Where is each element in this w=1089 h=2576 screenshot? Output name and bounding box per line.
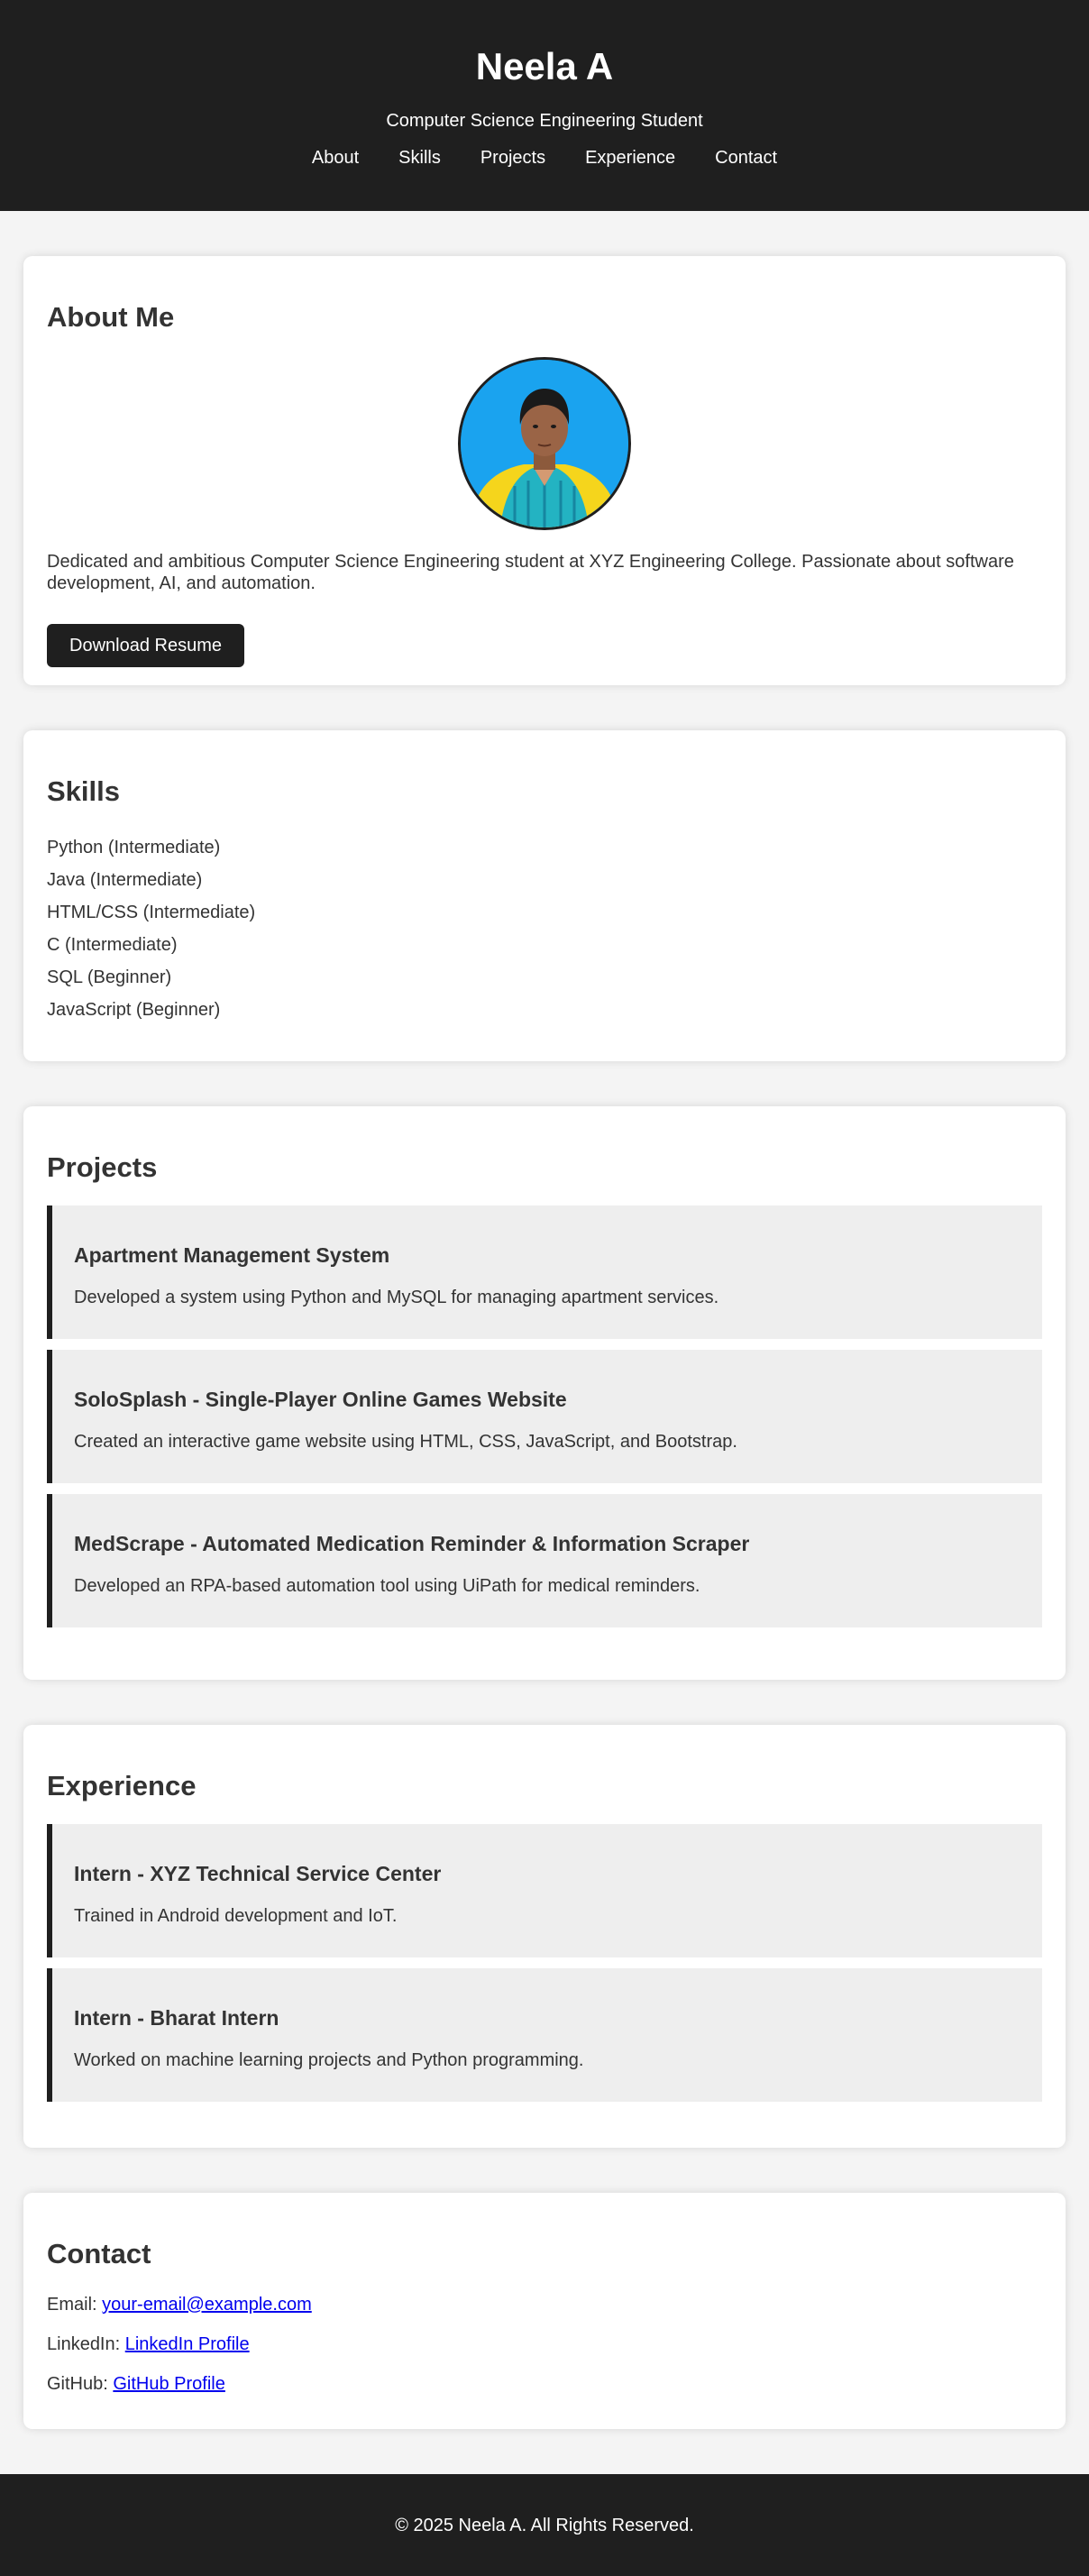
project-description: Created an interactive game website usin… <box>74 1432 737 1452</box>
experience-description: Worked on machine learning projects and … <box>74 2050 584 2070</box>
main-content: About Me Dedicated and ambitious Compute… <box>0 211 1089 2429</box>
project-card: MedScrape - Automated Medication Reminde… <box>47 1494 1042 1627</box>
experience-role: Intern - XYZ Technical Service Center <box>74 1862 442 1885</box>
github-link[interactable]: GitHub Profile <box>113 2374 225 2394</box>
skills-title: Skills <box>47 775 120 807</box>
experience-description: Trained in Android development and IoT. <box>74 1906 398 1926</box>
about-text: Dedicated and ambitious Computer Science… <box>47 552 1014 593</box>
contact-linkedin: LinkedIn: LinkedIn Profile <box>47 2333 1042 2355</box>
linkedin-label: LinkedIn: <box>47 2334 121 2354</box>
nav-link-experience[interactable]: Experience <box>565 147 695 169</box>
site-header: Neela A Computer Science Engineering Stu… <box>0 0 1089 211</box>
email-label: Email: <box>47 2295 97 2315</box>
experience-card: Intern - Bharat Intern Worked on machine… <box>47 1968 1042 2102</box>
skills-list: Python (Intermediate) Java (Intermediate… <box>47 831 1042 1026</box>
profile-photo <box>458 357 631 530</box>
project-card: Apartment Management System Developed a … <box>47 1205 1042 1339</box>
contact-github: GitHub: GitHub Profile <box>47 2373 1042 2395</box>
linkedin-link[interactable]: LinkedIn Profile <box>125 2334 250 2354</box>
about-title: About Me <box>47 301 175 333</box>
project-title: Apartment Management System <box>74 1243 390 1267</box>
projects-title: Projects <box>47 1151 158 1183</box>
experience-section: Experience Intern - XYZ Technical Servic… <box>23 1725 1066 2148</box>
project-title: SoloSplash - Single-Player Online Games … <box>74 1388 567 1411</box>
projects-section: Projects Apartment Management System Dev… <box>23 1106 1066 1680</box>
project-card: SoloSplash - Single-Player Online Games … <box>47 1350 1042 1483</box>
experience-role: Intern - Bharat Intern <box>74 2006 279 2030</box>
contact-title: Contact <box>47 2238 151 2269</box>
site-title: Neela A <box>475 45 614 87</box>
profile-photo-image <box>461 360 628 527</box>
contact-email: Email: your-email@example.com <box>47 2294 1042 2315</box>
main-nav: About Skills Projects Experience Contact <box>0 147 1089 169</box>
about-section: About Me Dedicated and ambitious Compute… <box>23 256 1066 685</box>
project-description: Developed a system using Python and MySQ… <box>74 1288 719 1307</box>
project-title: MedScrape - Automated Medication Reminde… <box>74 1532 750 1555</box>
experience-card: Intern - XYZ Technical Service Center Tr… <box>47 1824 1042 1957</box>
download-resume-button[interactable]: Download Resume <box>47 624 244 667</box>
skill-item: Java (Intermediate) <box>47 870 203 890</box>
skill-item: JavaScript (Beginner) <box>47 1000 221 1020</box>
contact-section: Contact Email: your-email@example.com Li… <box>23 2193 1066 2429</box>
footer-copyright: © 2025 Neela A. All Rights Reserved. <box>395 2516 694 2535</box>
nav-link-contact[interactable]: Contact <box>695 147 797 169</box>
skill-item: SQL (Beginner) <box>47 967 172 987</box>
skill-item: Python (Intermediate) <box>47 838 221 857</box>
nav-link-skills[interactable]: Skills <box>379 147 461 169</box>
skills-section: Skills Python (Intermediate) Java (Inter… <box>23 730 1066 1061</box>
github-label: GitHub: <box>47 2374 108 2394</box>
nav-link-projects[interactable]: Projects <box>461 147 565 169</box>
skill-item: HTML/CSS (Intermediate) <box>47 903 256 922</box>
site-footer: © 2025 Neela A. All Rights Reserved. <box>0 2474 1089 2576</box>
email-link[interactable]: your-email@example.com <box>102 2295 312 2315</box>
nav-link-about[interactable]: About <box>292 147 379 169</box>
skill-item: C (Intermediate) <box>47 935 178 955</box>
site-subtitle: Computer Science Engineering Student <box>386 111 703 131</box>
experience-title: Experience <box>47 1770 197 1801</box>
project-description: Developed an RPA-based automation tool u… <box>74 1576 700 1596</box>
avatar-wrap <box>47 357 1042 535</box>
